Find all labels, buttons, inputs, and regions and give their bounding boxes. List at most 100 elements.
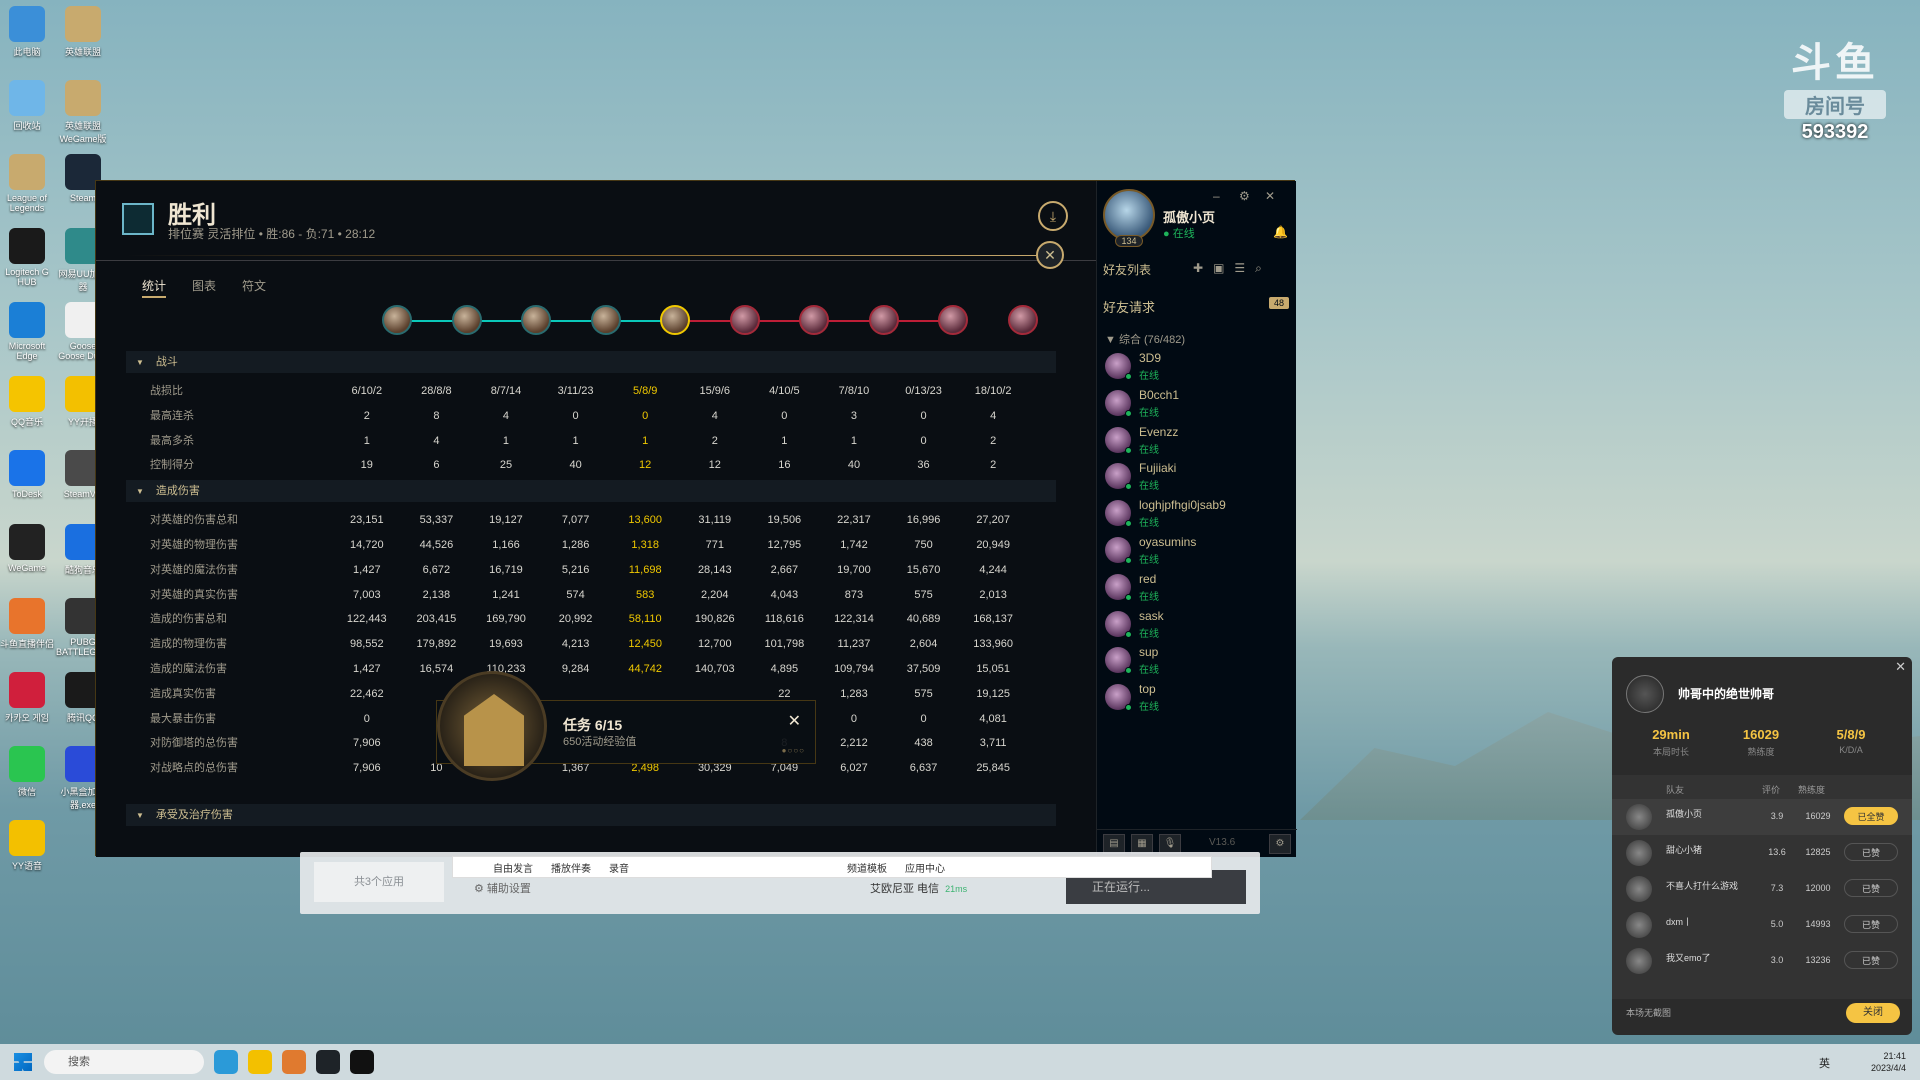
desktop-icon[interactable]: Logitech G HUB xyxy=(0,228,54,287)
tool-record[interactable]: 录音 xyxy=(609,860,629,875)
app-icon xyxy=(9,154,45,190)
friend-item[interactable]: loghjpfhgi0jsab9 在线 xyxy=(1105,496,1285,536)
teammate-row: dxm丨 5.0 14993 已赞 xyxy=(1612,907,1912,943)
friend-group-header[interactable]: ▼ 综合 (76/482) xyxy=(1105,331,1185,347)
stat-value: 4,081 xyxy=(979,712,1007,725)
ghub-icon[interactable] xyxy=(350,1050,374,1074)
stat-label: 造成的伤害总和 xyxy=(150,613,227,626)
yy-icon[interactable] xyxy=(248,1050,272,1074)
tool-free-speech[interactable]: 自由发言 xyxy=(493,860,533,875)
close-postgame-button[interactable]: ✕ xyxy=(1036,241,1064,269)
add-friend-icon[interactable]: ✚ xyxy=(1193,261,1213,275)
close-icon[interactable]: ✕ xyxy=(1895,659,1906,675)
online-dot-icon xyxy=(1125,704,1132,712)
champion-portrait[interactable] xyxy=(382,305,412,335)
like-button[interactable]: 已赞 xyxy=(1844,915,1898,933)
desktop-icon[interactable]: 英雄联盟WeGame版 xyxy=(56,80,110,145)
friend-item[interactable]: oyasumins 在线 xyxy=(1105,533,1285,573)
desktop-icon[interactable]: Microsoft Edge xyxy=(0,302,54,361)
champion-portrait[interactable] xyxy=(938,305,968,335)
like-button[interactable]: 已赞 xyxy=(1844,951,1898,969)
tool-accompaniment[interactable]: 播放伴奏 xyxy=(551,860,591,875)
stat-value: 44,742 xyxy=(628,662,662,675)
friend-item[interactable]: red 在线 xyxy=(1105,570,1285,610)
minimize-icon[interactable]: – xyxy=(1213,189,1220,203)
champion-portrait[interactable] xyxy=(869,305,899,335)
desktop-icon[interactable]: 此电脑 xyxy=(0,6,54,58)
champion-portraits-row xyxy=(376,303,1038,339)
desktop-icon[interactable]: League of Legends xyxy=(0,154,54,213)
avatar[interactable] xyxy=(1103,189,1155,241)
champion-portrait-self[interactable] xyxy=(660,305,690,335)
friend-requests[interactable]: 好友请求 48 xyxy=(1103,297,1289,316)
assist-settings[interactable]: ⚙ 辅助设置 xyxy=(474,880,531,896)
desktop-icon[interactable]: 回收站 xyxy=(0,80,54,132)
microphone-icon[interactable]: 🎙 xyxy=(1159,834,1181,854)
desktop-icon[interactable]: YY语音 xyxy=(0,820,54,872)
tab-stats[interactable]: 统计 xyxy=(142,277,167,298)
stat-value: 2 xyxy=(990,459,997,472)
champion-portrait[interactable] xyxy=(730,305,760,335)
stat-value: 20,949 xyxy=(976,538,1010,551)
friend-item[interactable]: sask 在线 xyxy=(1105,607,1285,647)
champion-portrait[interactable] xyxy=(799,305,829,335)
player-status[interactable]: ● 在线 xyxy=(1163,225,1195,241)
chat-icon[interactable]: ▤ xyxy=(1103,834,1125,854)
clock[interactable]: 21:41 2023/4/4 xyxy=(1871,1050,1906,1074)
league-icon[interactable] xyxy=(316,1050,340,1074)
teammate-mastery: 13236 xyxy=(1805,955,1831,965)
tab-runes[interactable]: 符文 xyxy=(242,277,266,298)
widget-close-button[interactable]: 关闭 xyxy=(1846,1003,1900,1023)
champion-portrait[interactable] xyxy=(521,305,551,335)
folder-icon[interactable]: ▣ xyxy=(1213,261,1234,275)
taskbar-search[interactable]: 搜索 xyxy=(44,1050,204,1074)
stat-value: 133,960 xyxy=(973,638,1014,651)
section-damage[interactable]: ▼ 造成伤害 xyxy=(126,480,1056,503)
desktop-icon[interactable]: ToDesk xyxy=(0,450,54,499)
desktop-icon[interactable]: 카카오 게임 xyxy=(0,672,54,724)
friend-status: 在线 xyxy=(1139,481,1159,493)
windows-start-icon[interactable] xyxy=(14,1053,32,1071)
bell-icon[interactable]: 🔔 xyxy=(1273,225,1288,239)
friend-item[interactable]: B0cch1 在线 xyxy=(1105,386,1285,426)
list-icon[interactable]: ☰ xyxy=(1234,261,1255,275)
friend-item[interactable]: Evenzz 在线 xyxy=(1105,423,1285,463)
search-icon[interactable]: ⌕ xyxy=(1255,261,1272,275)
widget-title: 帅哥中的绝世帅哥 xyxy=(1678,687,1775,701)
friend-item[interactable]: top 在线 xyxy=(1105,680,1285,720)
ime-indicator[interactable]: 英 xyxy=(1819,1055,1830,1071)
close-icon[interactable]: ✕ xyxy=(1265,189,1275,203)
desktop-icon[interactable]: 英雄联盟 xyxy=(56,6,110,58)
desktop-icon[interactable]: QQ音乐 xyxy=(0,376,54,428)
like-button[interactable]: 已全赞 xyxy=(1844,807,1898,825)
like-button[interactable]: 已赞 xyxy=(1844,843,1898,861)
tool-app-center[interactable]: 应用中心 xyxy=(905,860,945,875)
desktop-icon[interactable]: WeGame xyxy=(0,524,54,573)
tool-channel-template[interactable]: 频道模板 xyxy=(847,860,887,875)
edge-icon[interactable] xyxy=(214,1050,238,1074)
app-icon xyxy=(9,228,45,264)
desktop-icon[interactable]: 微信 xyxy=(0,746,54,798)
teammate-name: dxm丨 xyxy=(1666,917,1693,927)
apps-count[interactable]: 共3个应用 xyxy=(314,862,444,902)
champion-portrait[interactable] xyxy=(1008,305,1038,335)
download-icon[interactable]: ⤓ xyxy=(1038,201,1068,231)
tab-graphs[interactable]: 图表 xyxy=(192,277,216,298)
settings-icon[interactable]: ⚙ xyxy=(1269,834,1291,854)
champion-portrait[interactable] xyxy=(452,305,482,335)
section-combat[interactable]: ▼ 战斗 xyxy=(126,351,1056,373)
party-icon[interactable]: ▦ xyxy=(1131,834,1153,854)
champion-portrait[interactable] xyxy=(591,305,621,335)
mission-close-button[interactable]: ✕ xyxy=(788,711,801,731)
app-icon[interactable] xyxy=(282,1050,306,1074)
stat-value: 27,207 xyxy=(976,514,1010,527)
friend-item[interactable]: 3D9 在线 xyxy=(1105,349,1285,389)
friend-item[interactable]: sup 在线 xyxy=(1105,643,1285,683)
stat-value: 1 xyxy=(572,434,579,447)
friend-item[interactable]: Fujiiaki 在线 xyxy=(1105,459,1285,499)
gear-icon[interactable]: ⚙ xyxy=(1239,189,1250,203)
like-button[interactable]: 已赞 xyxy=(1844,879,1898,897)
mission-pager[interactable]: ●○○○ xyxy=(782,746,805,755)
section-healing[interactable]: ▼ 承受及治疗伤害 xyxy=(126,804,1056,826)
desktop-icon[interactable]: 斗鱼直播伴侣 xyxy=(0,598,54,650)
